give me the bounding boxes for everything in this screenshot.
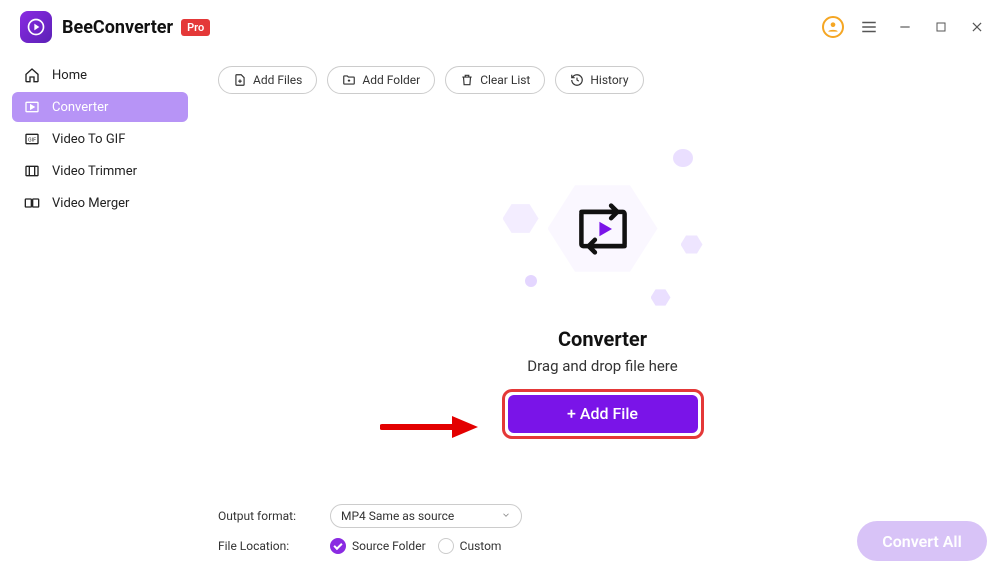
add-folder-button[interactable]: Add Folder xyxy=(327,66,435,94)
convert-arrows-icon xyxy=(567,195,639,263)
window-minimize-button[interactable] xyxy=(891,13,919,41)
sidebar-item-video-trimmer[interactable]: Video Trimmer xyxy=(12,156,188,186)
merger-icon xyxy=(24,195,40,211)
history-button[interactable]: History xyxy=(555,66,643,94)
file-plus-icon xyxy=(233,73,247,87)
svg-text:GIF: GIF xyxy=(28,138,36,144)
drop-zone[interactable]: Converter Drag and drop file here + Add … xyxy=(218,94,987,493)
user-icon[interactable] xyxy=(819,13,847,41)
sidebar-item-label: Video Merger xyxy=(52,196,129,211)
pro-badge: Pro xyxy=(181,19,210,36)
app-logo xyxy=(20,11,52,43)
radio-label: Custom xyxy=(460,539,502,553)
trash-icon xyxy=(460,73,474,87)
output-format-select[interactable]: MP4 Same as source xyxy=(330,504,522,528)
add-file-button[interactable]: + Add File xyxy=(508,395,698,433)
add-file-highlight: + Add File xyxy=(502,389,704,439)
title-bar: BeeConverter Pro xyxy=(0,0,1005,54)
radio-checked-icon xyxy=(330,538,346,554)
dropzone-title: Converter xyxy=(558,327,647,351)
sidebar-item-label: Converter xyxy=(52,100,108,115)
button-label: Add Folder xyxy=(362,73,420,87)
annotation-arrow xyxy=(380,413,480,445)
button-label: History xyxy=(590,73,628,87)
sidebar-item-label: Video To GIF xyxy=(52,132,125,147)
source-folder-radio[interactable]: Source Folder xyxy=(330,538,426,554)
sidebar-item-video-to-gif[interactable]: GIF Video To GIF xyxy=(12,124,188,154)
radio-label: Source Folder xyxy=(352,539,426,553)
app-title: BeeConverter xyxy=(62,17,173,38)
toolbar: Add Files Add Folder Clear List History xyxy=(218,66,987,94)
window-close-button[interactable] xyxy=(963,13,991,41)
clear-list-button[interactable]: Clear List xyxy=(445,66,545,94)
button-label: Clear List xyxy=(480,73,530,87)
sidebar-item-converter[interactable]: Converter xyxy=(12,92,188,122)
dropzone-graphic xyxy=(503,149,703,309)
sidebar-item-label: Video Trimmer xyxy=(52,164,137,179)
converter-icon xyxy=(24,99,40,115)
output-format-label: Output format: xyxy=(218,509,318,523)
convert-all-button[interactable]: Convert All xyxy=(857,521,987,561)
chevron-down-icon xyxy=(501,509,511,523)
radio-unchecked-icon xyxy=(438,538,454,554)
sidebar-item-home[interactable]: Home xyxy=(12,60,188,90)
sidebar-item-label: Home xyxy=(52,68,87,83)
select-value: MP4 Same as source xyxy=(341,509,454,523)
window-maximize-button[interactable] xyxy=(927,13,955,41)
trimmer-icon xyxy=(24,163,40,179)
dropzone-subtitle: Drag and drop file here xyxy=(527,357,677,375)
file-location-label: File Location: xyxy=(218,539,318,553)
history-icon xyxy=(570,73,584,87)
menu-icon[interactable] xyxy=(855,13,883,41)
home-icon xyxy=(24,67,40,83)
main-panel: Add Files Add Folder Clear List History xyxy=(200,54,1005,579)
folder-plus-icon xyxy=(342,73,356,87)
custom-radio[interactable]: Custom xyxy=(438,538,502,554)
button-label: Add Files xyxy=(253,73,302,87)
add-files-button[interactable]: Add Files xyxy=(218,66,317,94)
gif-icon: GIF xyxy=(24,131,40,147)
sidebar-item-video-merger[interactable]: Video Merger xyxy=(12,188,188,218)
sidebar: Home Converter GIF Video To GIF Video Tr… xyxy=(0,54,200,579)
